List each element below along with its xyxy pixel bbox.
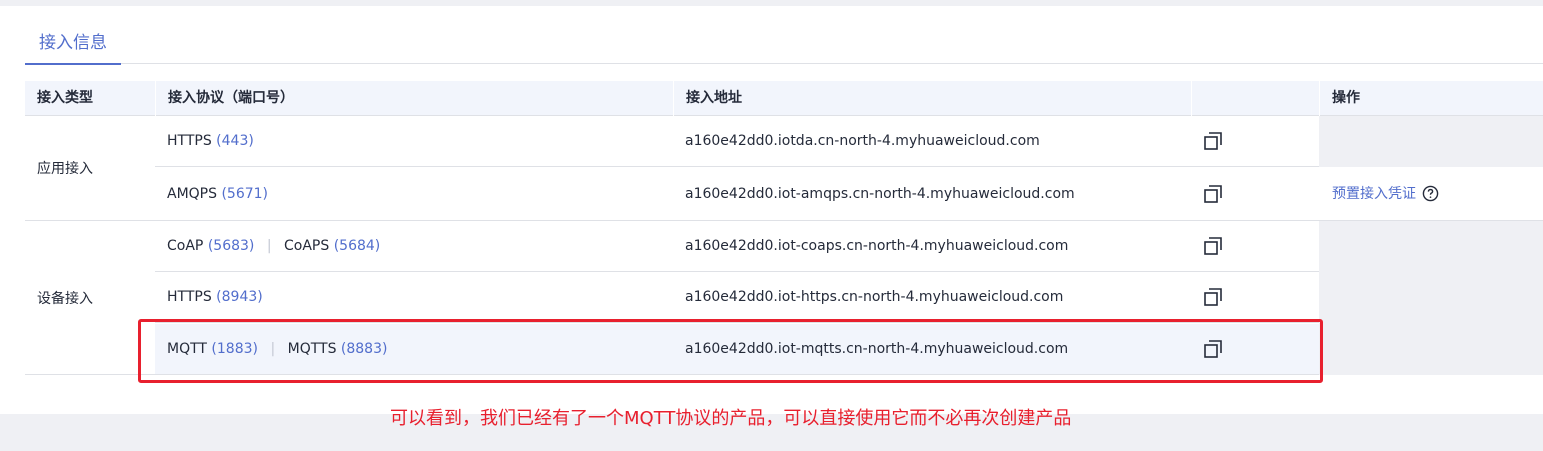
help-icon[interactable] — [1422, 185, 1439, 202]
protocol-name: CoAP — [167, 238, 204, 254]
access-info-table: 接入类型 接入协议（端口号） 接入地址 操作 应用接入 设备接入 HTTPS (… — [25, 81, 1543, 375]
header-protocol: 接入协议（端口号） — [155, 81, 673, 116]
actions-cell: 预置接入凭证 — [1319, 167, 1543, 221]
copy-icon[interactable] — [1203, 184, 1223, 204]
annotation-note: 可以看到，我们已经有了一个MQTT协议的产品，可以直接使用它而不必再次创建产品 — [390, 408, 1072, 429]
highlight-annotation-box — [138, 319, 1323, 383]
tab-access-info[interactable]: 接入信息 — [25, 28, 121, 65]
header-address: 接入地址 — [673, 81, 1191, 116]
protocol-port: (8943) — [216, 289, 263, 305]
header-actions: 操作 — [1319, 81, 1543, 116]
protocol-divider: | — [266, 238, 272, 254]
header-access-type: 接入类型 — [37, 90, 93, 106]
table-row: AMQPS (5671) a160e42dd0.iot-amqps.cn-nor… — [155, 167, 1319, 221]
top-background-strip — [0, 0, 1543, 6]
protocol-cell: HTTPS (443) — [167, 116, 254, 167]
group-device-access: 设备接入 — [25, 221, 155, 375]
protocol-name: HTTPS — [167, 133, 212, 149]
preset-credentials-link[interactable]: 预置接入凭证 — [1332, 183, 1439, 203]
group-label: 应用接入 — [37, 161, 93, 177]
access-address: a160e42dd0.iot-amqps.cn-north-4.myhuawei… — [685, 186, 1075, 202]
table-row: CoAP (5683) | CoAPS (5684) a160e42dd0.io… — [155, 221, 1319, 272]
table-row: HTTPS (8943) a160e42dd0.iot-https.cn-nor… — [155, 272, 1319, 323]
group-application-access: 应用接入 — [25, 116, 155, 221]
access-address: a160e42dd0.iot-https.cn-north-4.myhuawei… — [685, 289, 1064, 305]
protocol-cell: AMQPS (5671) — [167, 167, 268, 221]
protocol-port: (5684) — [333, 238, 381, 254]
preset-credentials-label: 预置接入凭证 — [1332, 186, 1416, 202]
actions-cell-empty — [1319, 221, 1543, 375]
protocol-port: (5683) — [207, 238, 255, 254]
copy-icon[interactable] — [1203, 287, 1223, 307]
protocol-name: CoAPS — [284, 238, 330, 254]
table-header: 接入类型 接入协议（端口号） 接入地址 操作 — [25, 81, 1543, 116]
protocol-cell: CoAP (5683) | CoAPS (5684) — [167, 221, 380, 272]
protocol-name: HTTPS — [167, 289, 212, 305]
tab-active-indicator — [25, 63, 121, 65]
actions-cell-empty — [1319, 116, 1543, 167]
group-label: 设备接入 — [37, 290, 93, 307]
access-address: a160e42dd0.iot-coaps.cn-north-4.myhuawei… — [685, 238, 1069, 254]
protocol-port: (443) — [216, 133, 254, 149]
copy-icon[interactable] — [1203, 236, 1223, 256]
copy-icon[interactable] — [1203, 131, 1223, 151]
protocol-port: (5671) — [221, 186, 269, 202]
tab-label: 接入信息 — [39, 33, 107, 53]
table-row: HTTPS (443) a160e42dd0.iotda.cn-north-4.… — [155, 116, 1319, 167]
access-address: a160e42dd0.iotda.cn-north-4.myhuaweiclou… — [685, 133, 1040, 149]
protocol-name: AMQPS — [167, 186, 218, 202]
protocol-cell: HTTPS (8943) — [167, 272, 263, 323]
header-copy — [1191, 81, 1319, 116]
tab-bar: 接入信息 — [25, 28, 1543, 65]
